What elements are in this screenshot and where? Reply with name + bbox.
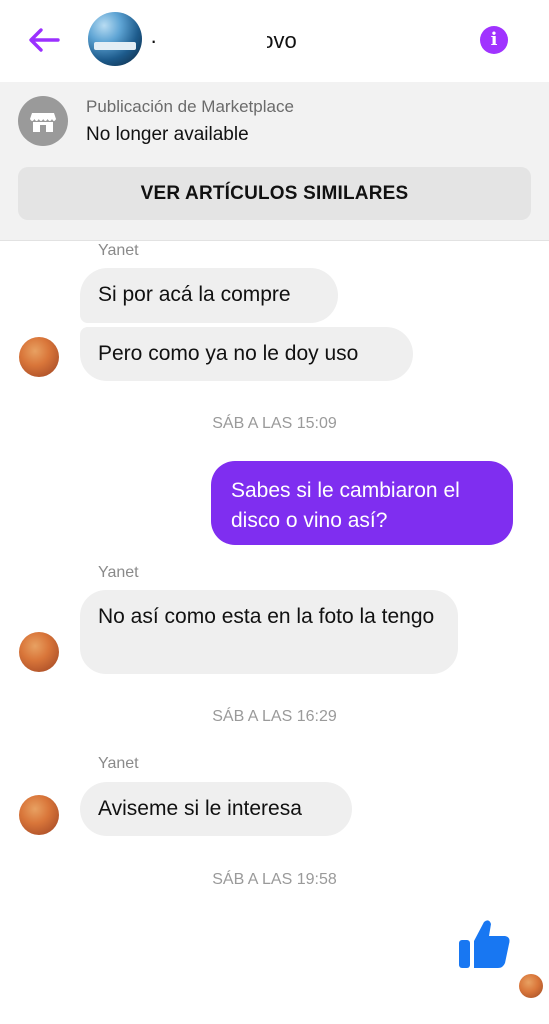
listing-status: No longer available bbox=[86, 124, 249, 145]
sender-name: Yanet bbox=[98, 564, 139, 581]
thumbs-up-icon[interactable] bbox=[456, 914, 514, 972]
outgoing-message[interactable]: Sabes si le cambiaron el disco o vino as… bbox=[211, 461, 513, 545]
chat-avatar[interactable] bbox=[88, 12, 142, 66]
info-icon[interactable]: i bbox=[480, 26, 508, 54]
timestamp: SÁB A LAS 19:58 bbox=[212, 871, 337, 888]
incoming-message[interactable]: Si por acá la compre bbox=[80, 268, 338, 323]
timestamp: SÁB A LAS 15:09 bbox=[212, 415, 337, 432]
incoming-message[interactable]: Aviseme si le interesa bbox=[80, 782, 352, 836]
avatar[interactable] bbox=[19, 795, 59, 835]
incoming-message[interactable]: Pero como ya no le doy uso bbox=[80, 327, 413, 381]
marketplace-label: Publicación de Marketplace bbox=[86, 97, 294, 116]
avatar[interactable] bbox=[19, 337, 59, 377]
timestamp: SÁB A LAS 16:29 bbox=[212, 708, 337, 725]
seen-avatar bbox=[519, 974, 543, 998]
see-similar-items-button[interactable]: VER ARTÍCULOS SIMILARES bbox=[18, 167, 531, 220]
redacted-name bbox=[155, 24, 267, 54]
avatar[interactable] bbox=[19, 632, 59, 672]
sender-name: Yanet bbox=[98, 755, 139, 772]
sender-name: Yanet bbox=[98, 242, 139, 259]
storefront-icon bbox=[18, 96, 68, 146]
arrow-left-icon[interactable] bbox=[24, 22, 64, 58]
incoming-message[interactable]: No así como esta en la foto la tengo bbox=[80, 590, 458, 674]
